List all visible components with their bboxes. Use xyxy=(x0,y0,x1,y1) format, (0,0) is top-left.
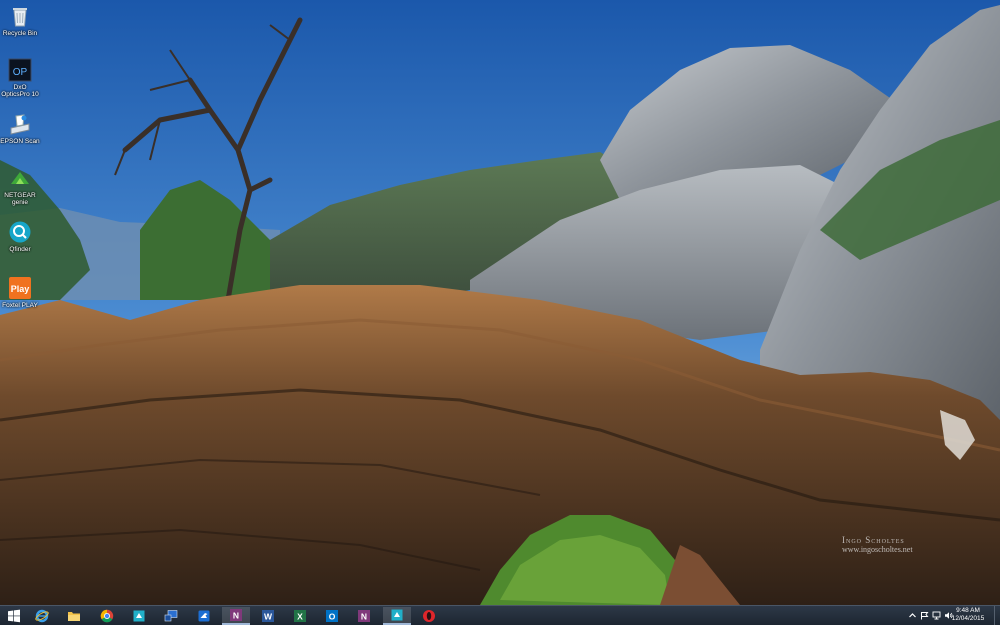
action-center-button[interactable] xyxy=(920,610,929,620)
network-icon xyxy=(932,611,941,619)
word-icon: W xyxy=(262,610,274,622)
taskbar-bird-app[interactable] xyxy=(190,607,218,625)
taskbar-remote-desktop[interactable] xyxy=(157,607,185,625)
watermark-author: Ingo Scholtes xyxy=(842,535,905,545)
taskbar-excel[interactable]: X xyxy=(286,607,314,625)
taskbar-internet-explorer[interactable] xyxy=(28,607,56,625)
flag-icon xyxy=(921,611,929,619)
qfinder-icon xyxy=(9,221,31,243)
wallpaper-watermark: Ingo Scholtes www.ingoscholtes.net xyxy=(842,535,913,555)
opera-icon xyxy=(423,610,435,622)
taskbar-file-explorer[interactable] xyxy=(60,607,88,625)
desktop-wallpaper xyxy=(0,0,1000,605)
taskbar-word[interactable]: W xyxy=(254,607,282,625)
desktop-icon-label: NETGEAR genie xyxy=(4,192,36,206)
clock-time: 9:48 AM xyxy=(956,607,980,614)
foxtel-badge: Play xyxy=(11,284,30,294)
onenote-badge: N xyxy=(233,611,239,621)
chevron-up-icon xyxy=(909,612,916,617)
excel-icon: X xyxy=(294,610,306,622)
app-cyan-icon xyxy=(133,610,145,622)
desktop-icon-netgear-genie[interactable]: NETGEAR genie xyxy=(0,166,40,206)
bird-app-icon xyxy=(198,610,210,622)
desktop-icon-qfinder[interactable]: Qfinder xyxy=(0,220,40,253)
desktop-icon-label: Recycle Bin xyxy=(2,30,38,37)
foxtel-play-icon: Play xyxy=(9,277,31,299)
desktop-icon-foxtel-play[interactable]: Play Foxtel PLAY xyxy=(0,276,40,309)
app-cyan-icon xyxy=(391,609,403,621)
taskbar-opera[interactable] xyxy=(415,607,443,625)
onenote-icon: N xyxy=(230,609,242,621)
watermark-website: www.ingoscholtes.net xyxy=(842,545,913,554)
taskbar-outlook[interactable]: O xyxy=(318,607,346,625)
taskbar-app-cyan[interactable] xyxy=(125,607,153,625)
epson-scan-icon xyxy=(10,114,30,135)
system-tray: 9:48 AM 12/04/2015 xyxy=(900,606,1000,625)
excel-badge: X xyxy=(297,612,303,622)
desktop-icon-epson-scan[interactable]: EPSON Scan xyxy=(0,112,40,145)
internet-explorer-icon xyxy=(35,609,49,623)
show-desktop-button[interactable] xyxy=(994,606,1000,625)
remote-desktop-icon xyxy=(164,610,178,622)
windows-logo-icon xyxy=(8,609,20,623)
desktop-icon-label: DxO OpticsPro 10 xyxy=(1,84,39,98)
taskbar-clock[interactable]: 9:48 AM 12/04/2015 xyxy=(948,607,988,623)
show-hidden-icons-button[interactable] xyxy=(908,610,917,620)
desktop-icon-label: Qfinder xyxy=(9,246,31,253)
network-button[interactable] xyxy=(932,610,941,620)
onenote-badge: N xyxy=(361,612,367,622)
netgear-icon xyxy=(11,172,29,184)
taskbar-chrome[interactable] xyxy=(93,607,121,625)
onenote-icon: N xyxy=(358,610,370,622)
desktop-icon-dxo-opticspro[interactable]: OP DxO OpticsPro 10 xyxy=(0,58,40,98)
clock-date: 12/04/2015 xyxy=(951,615,985,622)
dxo-icon: OP xyxy=(8,58,32,82)
taskbar: N W X O N 9:48 AM 12/04/2015 xyxy=(0,605,1000,625)
desktop-icon-recycle-bin[interactable]: Recycle Bin xyxy=(0,4,40,37)
taskbar-onenote[interactable]: N xyxy=(222,607,250,625)
recycle-bin-icon xyxy=(13,8,27,27)
taskbar-app-cyan-2[interactable] xyxy=(383,607,411,625)
word-badge: W xyxy=(264,612,273,622)
desktop-icon-label: EPSON Scan xyxy=(0,138,40,145)
desktop-icon-label: Foxtel PLAY xyxy=(2,302,38,309)
outlook-badge: O xyxy=(329,612,336,622)
outlook-icon: O xyxy=(326,610,338,622)
taskbar-onenote-2[interactable]: N xyxy=(350,607,378,625)
start-button[interactable] xyxy=(0,607,28,625)
chrome-icon xyxy=(100,609,114,623)
dxo-badge: OP xyxy=(13,67,28,78)
folder-icon xyxy=(68,612,80,621)
